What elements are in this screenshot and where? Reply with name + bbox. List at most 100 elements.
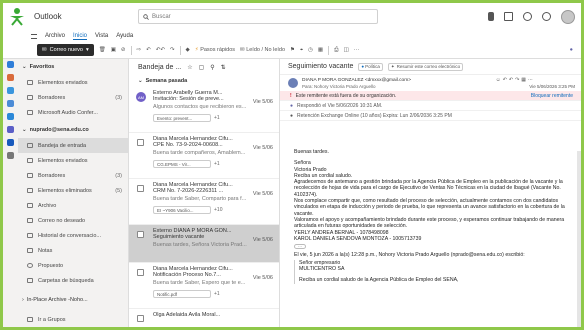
reply-all-icon[interactable]: ↶↶ bbox=[156, 47, 165, 53]
message-date: Vie 5/06 bbox=[252, 275, 273, 281]
move-icon[interactable]: ⇨ bbox=[137, 47, 142, 53]
folder-sent[interactable]: Elementos enviados bbox=[18, 153, 128, 168]
copilot-icon[interactable]: ● bbox=[570, 47, 573, 53]
summarize-button[interactable]: ✦ Resumir este correo electrónico bbox=[387, 62, 464, 71]
categorize-icon[interactable]: ▦ bbox=[318, 47, 323, 53]
folder-drafts[interactable]: Borradores (3) bbox=[18, 168, 128, 183]
message-preview: Buena tarde compañeros, Amablem... bbox=[153, 150, 246, 156]
go-to-groups[interactable]: Ir a Grupos bbox=[18, 312, 128, 327]
flag-icon[interactable]: ⚑ bbox=[290, 47, 295, 53]
top-icons bbox=[488, 9, 575, 24]
folder-icon bbox=[27, 233, 33, 238]
people-app-icon[interactable] bbox=[7, 74, 14, 81]
archive-icon[interactable]: ▣ bbox=[111, 47, 116, 53]
message-date: Vie 5/06 bbox=[252, 191, 273, 197]
attachment-chip[interactable]: EI ~Y906 Vacilio... bbox=[153, 206, 211, 214]
vertical-scrollbar[interactable] bbox=[577, 151, 581, 327]
pin-icon[interactable]: ⌖ bbox=[300, 47, 303, 54]
account-header[interactable]: ⌄ nuprado@sena.edu.co bbox=[18, 122, 128, 138]
chevron-down-icon: ▾ bbox=[85, 47, 89, 53]
user-avatar[interactable] bbox=[561, 9, 575, 24]
reading-pane: Seguimiento vacante ● Política ✦ Resumir e… bbox=[280, 59, 581, 327]
groups-app-icon[interactable] bbox=[7, 87, 14, 94]
report-icon[interactable]: ⊘ bbox=[121, 47, 126, 53]
bell-icon[interactable] bbox=[523, 12, 532, 21]
delete-icon[interactable]: 🗑 bbox=[99, 47, 106, 53]
week-group-header[interactable]: ⌄ Semana pasada bbox=[129, 75, 279, 87]
folder-junk[interactable]: Correo no deseado bbox=[18, 213, 128, 228]
folder-deleted[interactable]: Elementos eliminados (5) bbox=[18, 183, 128, 198]
reply-icon: ● bbox=[290, 102, 294, 109]
teams-app-icon[interactable] bbox=[7, 126, 14, 133]
search-box[interactable]: Buscar bbox=[138, 9, 378, 24]
forward-icon[interactable]: ↷ bbox=[170, 47, 175, 53]
select-checkbox[interactable] bbox=[137, 269, 144, 276]
onedrive-app-icon[interactable] bbox=[7, 113, 14, 120]
sort-icon[interactable]: ⇅ bbox=[221, 64, 226, 71]
hamburger-icon[interactable] bbox=[31, 33, 37, 39]
select-checkbox[interactable] bbox=[137, 139, 144, 146]
message-preview: Algunos contactos que recibieron es... bbox=[153, 104, 247, 110]
block-sender-link[interactable]: Bloquear remitente bbox=[531, 93, 573, 99]
calendar-app-icon[interactable] bbox=[7, 61, 14, 68]
folder-proposed[interactable]: Propuesto bbox=[18, 258, 128, 273]
folder-inbox[interactable]: Bandeja de entrada bbox=[18, 138, 128, 153]
filter-icon[interactable]: ⚲ bbox=[210, 64, 214, 71]
attachment-chip[interactable]: Evento: prevent... bbox=[153, 114, 211, 122]
folder-drafts-fav[interactable]: Borradores (3) bbox=[18, 90, 128, 105]
archive-header[interactable]: › In-Place Archive -Noho... bbox=[18, 292, 128, 308]
new-mail-button[interactable]: ✉ Correo nuevo ▾ bbox=[37, 44, 94, 56]
attachment-chip[interactable]: Notific.pdf bbox=[153, 290, 211, 298]
sena-logo-icon bbox=[6, 6, 28, 28]
select-icon[interactable]: ▢ bbox=[199, 64, 205, 71]
inbox-icon bbox=[27, 143, 33, 148]
tab-ayuda[interactable]: Ayuda bbox=[116, 33, 133, 39]
search-placeholder: Buscar bbox=[152, 13, 171, 20]
select-checkbox[interactable] bbox=[137, 315, 144, 322]
read-unread-button[interactable]: ✉ Leído / No leído bbox=[240, 47, 285, 53]
message-date: Vie 5/06 bbox=[252, 145, 273, 151]
message-preview: Buenas tardes, Señora Victoria Prad... bbox=[153, 242, 247, 248]
list-item[interactable]: Olga Adelaida Avila Moral... bbox=[129, 309, 279, 327]
show-quoted-button[interactable]: ··· bbox=[294, 244, 306, 250]
groups-icon bbox=[27, 317, 33, 322]
todo-app-icon[interactable] bbox=[7, 100, 14, 107]
list-item[interactable]: Diana Marcela Hernandez Cifu... CRM No. … bbox=[129, 179, 279, 225]
folder-audio-conf[interactable]: Microsoft Audio Confer... bbox=[18, 105, 128, 120]
print-icon[interactable]: ⎙ bbox=[334, 47, 338, 54]
folder-search-folders[interactable]: Carpetas de búsqueda bbox=[18, 273, 128, 288]
favorites-header[interactable]: ⌄ Favoritos bbox=[18, 59, 128, 75]
calendar-icon[interactable] bbox=[504, 12, 513, 21]
folder-sent-fav[interactable]: Elementos enviados bbox=[18, 75, 128, 90]
attachment-chip[interactable]: CG.EPMS - Vir... bbox=[153, 160, 211, 168]
tab-vista[interactable]: Vista bbox=[95, 33, 108, 39]
flash-icon: ⚡ bbox=[194, 47, 199, 53]
message-from: Diana Marcela Hernandez Cifu... bbox=[153, 266, 233, 272]
folder-notes[interactable]: Notas bbox=[18, 243, 128, 258]
reply-icon[interactable]: ↶ bbox=[146, 47, 151, 53]
tab-archivo[interactable]: Archivo bbox=[45, 33, 65, 39]
list-item[interactable]: AM Externo Arabelly Guerra M... Invitaci… bbox=[129, 87, 279, 133]
snooze-icon[interactable]: ◷ bbox=[308, 47, 313, 53]
word-app-icon[interactable] bbox=[7, 139, 14, 146]
folder-conversation-history[interactable]: Historial de conversacio... bbox=[18, 228, 128, 243]
sender-name[interactable]: DIANA P MORA GONZALEZ <dmxxx@gmail.com> bbox=[302, 78, 411, 83]
policy-tag[interactable]: ● Política bbox=[358, 62, 383, 71]
list-header: Bandeja de ... ☆ ▢ ⚲ ⇅ bbox=[129, 59, 279, 75]
more-icon[interactable]: ··· bbox=[354, 47, 360, 53]
folder-archive[interactable]: Archivo bbox=[18, 198, 128, 213]
select-checkbox[interactable] bbox=[137, 231, 144, 238]
list-item[interactable]: Diana Marcela Hernandez Cifu... CPE No. … bbox=[129, 133, 279, 179]
mic-icon[interactable] bbox=[488, 12, 494, 21]
immersive-icon[interactable]: ◫ bbox=[344, 47, 349, 53]
favorite-star-icon[interactable]: ☆ bbox=[187, 64, 192, 71]
list-item-selected[interactable]: Externo DIANA P MORA GON... Seguimiento … bbox=[129, 225, 279, 263]
apps-app-icon[interactable] bbox=[7, 152, 14, 159]
teams-share-icon[interactable]: ◆ bbox=[186, 47, 190, 53]
select-checkbox[interactable] bbox=[137, 185, 144, 192]
list-item[interactable]: Diana Marcela Hernandez Cifu... Notifica… bbox=[129, 263, 279, 309]
quick-steps-button[interactable]: ⚡ Pasos rápidos bbox=[195, 47, 235, 53]
app-frame: Outlook Buscar Archivo Inicio Vista Ayud… bbox=[0, 0, 584, 330]
tab-inicio[interactable]: Inicio bbox=[73, 33, 88, 40]
gear-icon[interactable] bbox=[542, 12, 551, 21]
